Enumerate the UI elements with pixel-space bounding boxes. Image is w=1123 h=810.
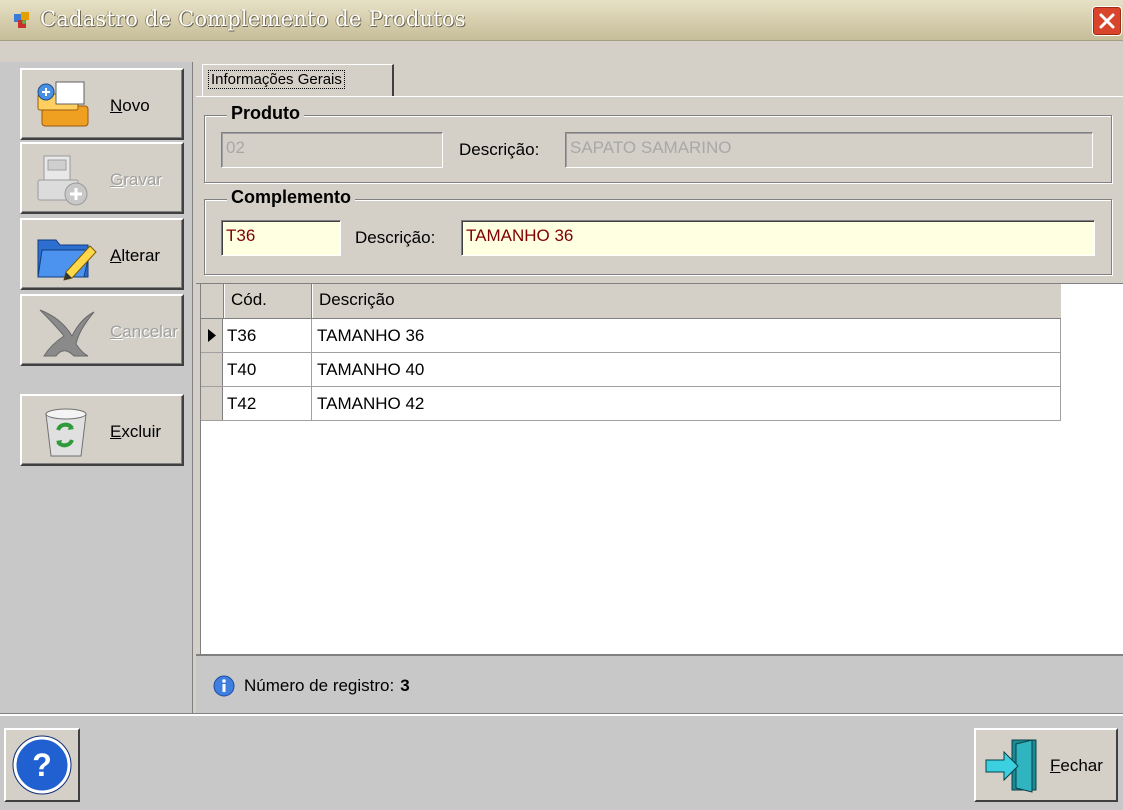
close-window-button[interactable] (1092, 6, 1122, 36)
info-icon (213, 675, 235, 697)
save-disk-icon (37, 155, 88, 206)
cell-cod: T36 (227, 326, 257, 345)
bottom-toolbar: ? Fechar (0, 714, 1123, 810)
column-separator (223, 284, 224, 318)
grid-header: Cód. Descrição (201, 284, 1061, 319)
main-window: Cadastro de Complemento de Produtos Novo (0, 0, 1123, 810)
close-icon (1099, 13, 1115, 29)
complemento-desc-field[interactable]: TAMANHO 36 (461, 220, 1095, 256)
status-bar: Número de registro: 3 (196, 654, 1123, 714)
column-header-descricao[interactable]: Descrição (319, 290, 395, 310)
main-content: Informações Gerais Produto 02 Descrição:… (196, 62, 1123, 714)
complemento-legend: Complemento (227, 187, 356, 208)
produto-group: Produto 02 Descrição: SAPATO SAMARINO (204, 103, 1112, 183)
edit-folder-icon (37, 239, 97, 281)
alterar-label: Alterar (110, 246, 161, 265)
help-button[interactable]: ? (4, 728, 80, 802)
tab-label: Informações Gerais (208, 70, 345, 89)
column-separator (311, 284, 312, 318)
cancelar-label: Cancelar (110, 322, 179, 341)
gravar-button[interactable]: Gravar (20, 142, 184, 214)
app-icon (14, 12, 29, 28)
gravar-label: Gravar (110, 170, 162, 189)
new-record-icon (37, 81, 89, 127)
excluir-button[interactable]: Excluir (20, 394, 184, 466)
produto-desc-label: Descrição: (459, 140, 540, 159)
cell-cod: T40 (227, 360, 257, 379)
record-count-text: Número de registro: 3 (244, 676, 410, 695)
exit-door-icon (985, 739, 1037, 793)
cancelar-button[interactable]: Cancelar (20, 294, 184, 366)
complemento-grid[interactable]: Cód. Descrição T36 TAMANHO 36 T40 TAMANH… (200, 284, 1123, 654)
table-row[interactable]: T42 TAMANHO 42 (201, 387, 1061, 421)
tab-panel: Produto 02 Descrição: SAPATO SAMARINO Co… (196, 96, 1123, 284)
column-header-cod[interactable]: Cód. (231, 290, 267, 310)
record-count-value: 3 (400, 676, 410, 695)
table-row[interactable]: T36 TAMANHO 36 (201, 319, 1061, 353)
table-row[interactable]: T40 TAMANHO 40 (201, 353, 1061, 387)
fechar-label: Fechar (1050, 756, 1103, 775)
produto-legend: Produto (227, 103, 304, 124)
row-indicator (201, 319, 223, 352)
complemento-code-field[interactable]: T36 (221, 220, 341, 256)
novo-button[interactable]: Novo (20, 68, 184, 140)
row-indicator (201, 353, 223, 386)
title-bar[interactable]: Cadastro de Complemento de Produtos (0, 0, 1123, 41)
current-row-arrow-icon (208, 329, 216, 342)
cancel-x-icon (39, 309, 95, 357)
complemento-group: Complemento T36 Descrição: TAMANHO 36 (204, 187, 1112, 275)
cell-descricao: TAMANHO 36 (317, 326, 425, 345)
complemento-desc-label: Descrição: (355, 228, 436, 247)
help-question-icon: ? (12, 735, 72, 795)
cell-descricao: TAMANHO 42 (317, 394, 425, 413)
produto-code-field[interactable]: 02 (221, 132, 443, 168)
cell-descricao: TAMANHO 40 (317, 360, 425, 379)
excluir-label: Excluir (110, 422, 162, 441)
novo-label: Novo (110, 96, 150, 115)
fechar-button[interactable]: Fechar (974, 728, 1118, 802)
recycle-bin-icon (45, 408, 87, 457)
window-title: Cadastro de Complemento de Produtos (40, 7, 466, 31)
cell-cod: T42 (227, 394, 257, 413)
row-indicator (201, 387, 223, 420)
svg-text:?: ? (32, 747, 52, 783)
tab-informacoes-gerais[interactable]: Informações Gerais (202, 64, 394, 98)
action-sidebar: Novo Gravar Alterar Cancelar Excluir (0, 62, 193, 714)
produto-desc-field[interactable]: SAPATO SAMARINO (565, 132, 1093, 168)
alterar-button[interactable]: Alterar (20, 218, 184, 290)
